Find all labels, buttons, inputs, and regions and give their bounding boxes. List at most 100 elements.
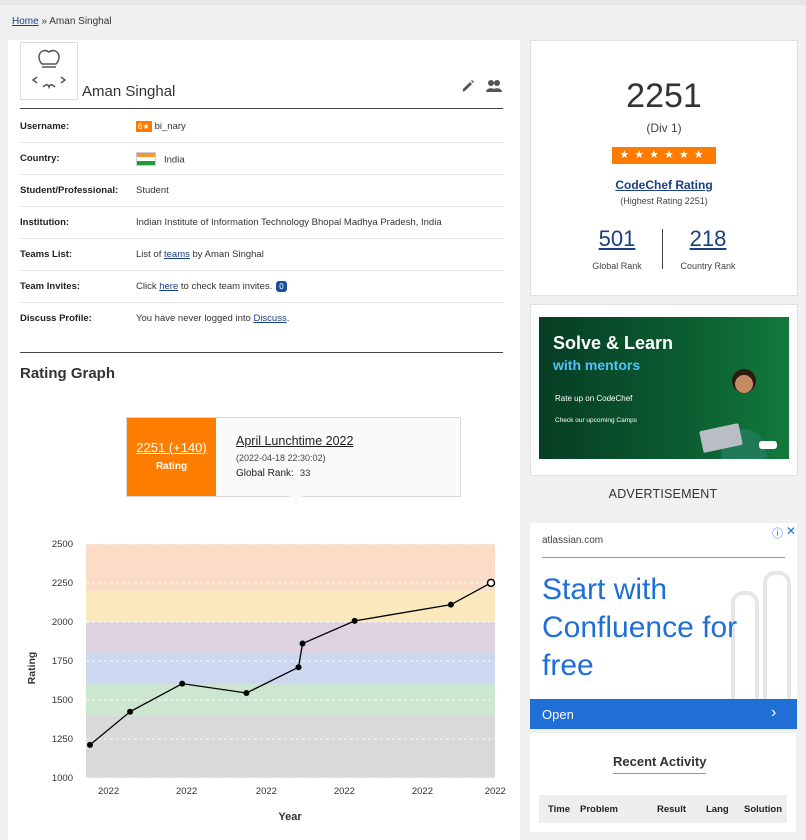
india-flag-icon (136, 152, 156, 166)
country-rank-link[interactable]: 218 (678, 226, 738, 252)
y-tick-label: 1000 (52, 773, 73, 784)
y-tick-label: 1250 (52, 734, 73, 745)
rating-card: 2251 (Div 1) ★★★★★★ CodeChef Rating (Hig… (530, 40, 798, 296)
teams-list-value: List of teams by Aman Singhal (136, 249, 264, 260)
confluence-ad[interactable]: atlassian.com ⓘ ✕ Start with Confluence … (530, 523, 797, 729)
ad-headline: Start with Confluence for free (542, 573, 738, 682)
ad-open-button[interactable]: Open › (530, 699, 797, 729)
team-icon[interactable] (485, 78, 503, 94)
y-tick-label: 2500 (52, 539, 73, 550)
profile-name: Aman Singhal (82, 83, 176, 100)
column-lang: Lang (706, 804, 729, 815)
data-point (447, 601, 454, 608)
x-tick-label: 2022 (98, 786, 119, 797)
mentors-ad-banner[interactable]: Solve & Learn with mentors Rate up on Co… (539, 317, 789, 459)
current-rating: 2251 (626, 77, 702, 115)
top-bar (0, 0, 806, 5)
rating-tooltip: 2251 (+140) Rating April Lunchtime 2022 … (126, 417, 461, 503)
star-rating-badge: 6★ (136, 121, 152, 132)
y-tick-label: 1750 (52, 656, 73, 667)
breadcrumb-home-link[interactable]: Home (12, 16, 39, 27)
discuss-link[interactable]: Discuss (253, 313, 286, 324)
y-tick-label: 2000 (52, 617, 73, 628)
y-tick-label: 1500 (52, 695, 73, 706)
rating-band-3 (86, 622, 495, 654)
country-rank-label: Country Rank (680, 261, 736, 271)
ad-camps-note: Check our upcoming Camps (555, 417, 638, 424)
ad-open-label: Open (542, 707, 574, 722)
institution-label: Institution: (20, 217, 70, 228)
rank-divider (662, 229, 663, 269)
y-axis-label: Rating (26, 652, 38, 685)
country-value: India (136, 152, 185, 167)
country-text: India (164, 154, 185, 166)
x-tick-label: 2022 (412, 786, 433, 797)
global-rank-link[interactable]: 501 (587, 226, 647, 252)
info-row-institution: Institution: Indian Institute of Informa… (20, 206, 503, 239)
ad-domain: atlassian.com (542, 535, 604, 546)
rating-band-2 (86, 653, 495, 685)
recent-activity-panel: Recent Activity Time Problem Result Lang… (530, 733, 796, 832)
teams-list-label: Teams List: (20, 249, 73, 260)
country-label: Country: (20, 153, 60, 164)
star-rating-icon: ★★★★★★ (612, 147, 716, 164)
x-tick-label: 2022 (256, 786, 277, 797)
mentors-ad-box: Solve & Learn with mentors Rate up on Co… (530, 304, 798, 476)
student-professional-label: Student/Professional: (20, 185, 119, 196)
ad-tagline: Rate up on CodeChef (555, 394, 633, 403)
mentor-illustration-icon (699, 369, 777, 459)
column-problem: Problem (580, 804, 619, 815)
x-tick-label: 2022 (334, 786, 355, 797)
tooltip-rating-label: Rating (155, 461, 188, 472)
student-professional-value: Student (136, 185, 169, 196)
codechef-rating-link[interactable]: CodeChef Rating (531, 178, 797, 192)
tooltip-date: (2022-04-18 22:30:02) (236, 453, 326, 463)
tooltip-arrow (288, 495, 304, 503)
data-point (179, 680, 186, 687)
chef-avatar-icon (31, 49, 67, 90)
tooltip-rank-label: Global Rank: (236, 468, 294, 479)
y-tick-label: 2250 (52, 578, 73, 589)
global-rank-label: Global Rank (592, 261, 642, 271)
edit-pencil-icon[interactable] (461, 79, 475, 93)
info-row-country: Country: India (20, 142, 503, 175)
data-point (351, 617, 358, 624)
tooltip-rating[interactable]: 2251 (+140) (127, 440, 216, 455)
username-label: Username: (20, 121, 70, 132)
info-row-team-invites: Team Invites: Click here to check team i… (20, 270, 503, 303)
info-row-student-professional: Student/Professional: Student (20, 174, 503, 207)
teams-link[interactable]: teams (164, 249, 190, 260)
column-solution: Solution (744, 804, 782, 815)
tooltip-rating-block: 2251 (+140) Rating (127, 418, 216, 496)
teams-list-prefix: List of (136, 249, 162, 260)
x-axis-label: Year (278, 811, 302, 823)
ad-info-icon[interactable]: ⓘ (772, 525, 783, 541)
recent-activity-title: Recent Activity (613, 754, 707, 774)
x-tick-label: 2022 (485, 786, 506, 797)
activity-table-header: Time Problem Result Lang Solution (539, 795, 787, 823)
column-time: Time (548, 804, 571, 815)
data-point (299, 640, 306, 647)
data-point (295, 664, 302, 671)
ad-subtitle: with mentors (553, 357, 641, 373)
tooltip-contest-link[interactable]: April Lunchtime 2022 (236, 434, 353, 448)
rating-band-5 (86, 544, 495, 591)
rating-graph-chart: 1000 1250 1500 1750 2000 2250 2500 2022 2022 202… (26, 539, 506, 823)
tooltip-global-rank: Global Rank: 33 (236, 468, 310, 479)
data-point (243, 689, 250, 696)
rating-band-0 (86, 715, 495, 778)
team-invites-here-link[interactable]: here (159, 281, 178, 292)
username-text: bi_nary (154, 121, 186, 132)
breadcrumb-current: Aman Singhal (49, 16, 112, 27)
highest-rating: (Highest Rating 2251) (620, 196, 708, 206)
info-row-discuss-profile: Discuss Profile: You have never logged i… (20, 302, 503, 334)
column-result: Result (657, 804, 687, 815)
discuss-suffix: . (286, 313, 290, 324)
avatar (20, 42, 78, 100)
info-row-username: Username: 6★ bi_nary (20, 110, 503, 143)
teams-list-suffix: by Aman Singhal (192, 249, 264, 260)
tooltip-rank-value: 33 (299, 468, 311, 479)
rating-band-4 (86, 590, 495, 622)
profile-panel: Aman Singhal Username: 6★ bi_nary Country… (8, 40, 520, 840)
ad-close-icon[interactable]: ✕ (786, 524, 796, 538)
